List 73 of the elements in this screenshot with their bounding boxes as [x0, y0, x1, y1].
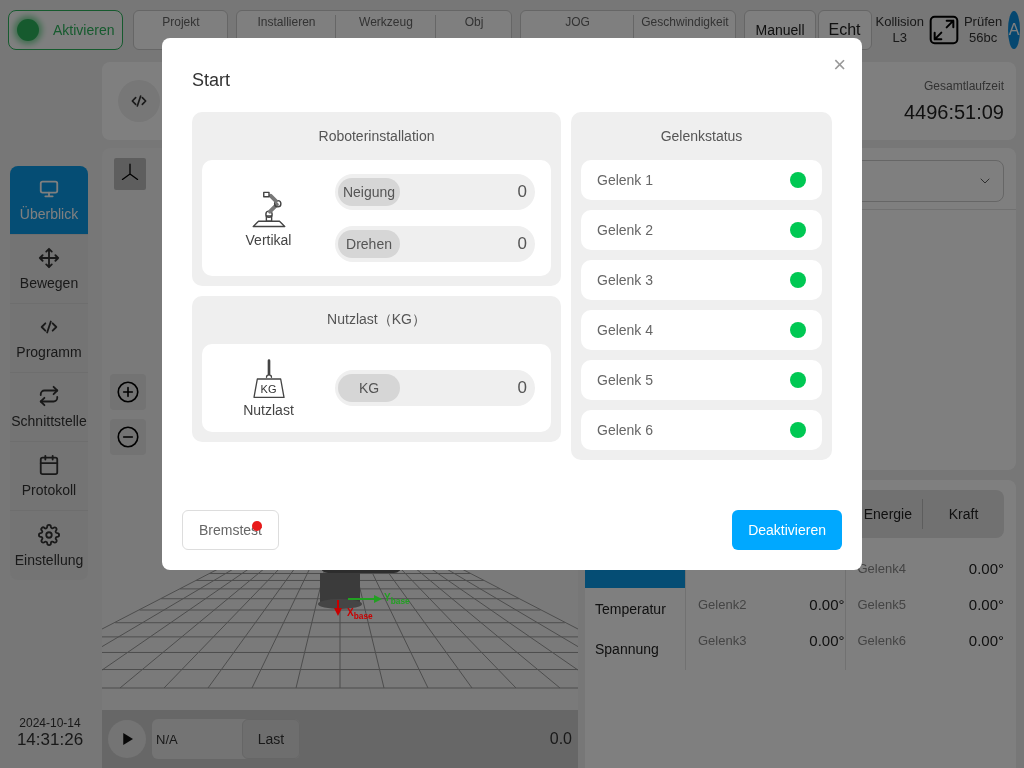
- dialog-title: Start: [192, 70, 231, 92]
- joint-name: Gelenk 2: [597, 222, 654, 238]
- field-value: 0: [517, 182, 527, 202]
- figure-caption: Vertikal: [245, 232, 292, 248]
- sidebar-item[interactable]: Einstellung: [10, 511, 88, 580]
- joint-name: Gelenk 3: [597, 272, 654, 288]
- joint-name: Gelenk4: [857, 560, 906, 576]
- sidebar-item[interactable]: Schnittstelle: [10, 373, 88, 442]
- zoom-in-icon[interactable]: [115, 379, 141, 405]
- status-label: Installieren: [257, 15, 316, 29]
- settings-icon: [38, 523, 60, 546]
- tab[interactable]: Energie: [840, 490, 922, 538]
- joint-value: 0.00°: [809, 595, 845, 613]
- joint-name: Gelenk5: [857, 596, 906, 612]
- zoom-out-icon[interactable]: [115, 424, 141, 450]
- joint-name: Gelenk 6: [597, 422, 654, 438]
- sidebar-item[interactable]: Überblick: [10, 166, 88, 235]
- status-label: Obj: [464, 15, 484, 29]
- close-button[interactable]: ×: [833, 54, 846, 76]
- value-field[interactable]: Neigung 0: [335, 174, 535, 210]
- axis-label: Y$_{base}$: [384, 592, 410, 606]
- section-title: Roboterinstallation: [317, 127, 436, 146]
- joint-name: Gelenk6: [857, 632, 906, 648]
- figure-caption: Nutzlast: [243, 402, 294, 418]
- section-title: Nutzlast（KG）: [326, 310, 427, 329]
- program-field[interactable]: N/A Last: [152, 719, 300, 759]
- side-tab[interactable]: Temperatur: [585, 590, 685, 628]
- joint-value: 0.00°: [809, 631, 845, 649]
- sidebar-item[interactable]: Protokoll: [10, 442, 88, 511]
- status-label: Projekt: [162, 15, 200, 29]
- monitor-icon: [38, 178, 60, 200]
- last-button[interactable]: Last: [242, 719, 300, 759]
- runtime-label: Gesamtlaufzeit: [923, 78, 1004, 93]
- field-label: KG: [338, 374, 400, 402]
- status-label: Werkzeug: [359, 15, 413, 29]
- tab[interactable]: Kraft: [922, 499, 1004, 529]
- runtime-value: 4496:51:09: [903, 100, 1004, 124]
- status-label: JOG: [565, 15, 590, 29]
- activate-button[interactable]: Aktivieren: [8, 10, 124, 50]
- joint-name: Gelenk 5: [597, 372, 654, 388]
- joint-value: 0.00°: [968, 631, 1004, 649]
- joint-name: Gelenk 1: [597, 172, 654, 188]
- axis-label: X$_{base}$: [347, 607, 373, 621]
- time-text: 14:31:26: [16, 730, 84, 750]
- status-label: Geschwindigkeit: [641, 15, 729, 29]
- weight-label: KG: [259, 383, 278, 395]
- deactivate-button[interactable]: Deaktivieren: [732, 510, 842, 550]
- field-label: Neigung: [338, 178, 400, 206]
- side-tab[interactable]: Spannung: [585, 630, 685, 668]
- joint-value: 0.00°: [968, 559, 1004, 577]
- swap-arrows-icon: [38, 385, 60, 407]
- joint-value: 0.00°: [968, 595, 1004, 613]
- move-arrows-icon: [38, 247, 60, 269]
- status-label: Prüfen: [963, 14, 1003, 30]
- date-text: 2024-10-14: [19, 716, 81, 730]
- value-field[interactable]: Drehen 0: [335, 226, 535, 262]
- status-label: Kollision: [875, 14, 924, 30]
- field-label: Drehen: [338, 230, 400, 258]
- field-value: 0: [517, 378, 527, 398]
- sidebar-item[interactable]: Bewegen: [10, 235, 88, 304]
- field-value: 0: [517, 234, 527, 254]
- joint-name: Gelenk3: [698, 632, 747, 648]
- expand-icon[interactable]: [927, 14, 960, 46]
- status-value: L3: [892, 30, 907, 46]
- user-avatar[interactable]: A: [1008, 11, 1020, 49]
- joint-name: Gelenk2: [698, 596, 747, 612]
- speed-value: 0.0: [549, 730, 572, 748]
- joint-name: Gelenk 4: [597, 322, 654, 338]
- section-title: Gelenkstatus: [659, 127, 744, 146]
- value-field[interactable]: KG 0: [335, 370, 535, 406]
- calendar-icon: [38, 454, 60, 476]
- status-value: 56bc: [969, 30, 998, 46]
- sidebar-item[interactable]: Programm: [10, 304, 88, 373]
